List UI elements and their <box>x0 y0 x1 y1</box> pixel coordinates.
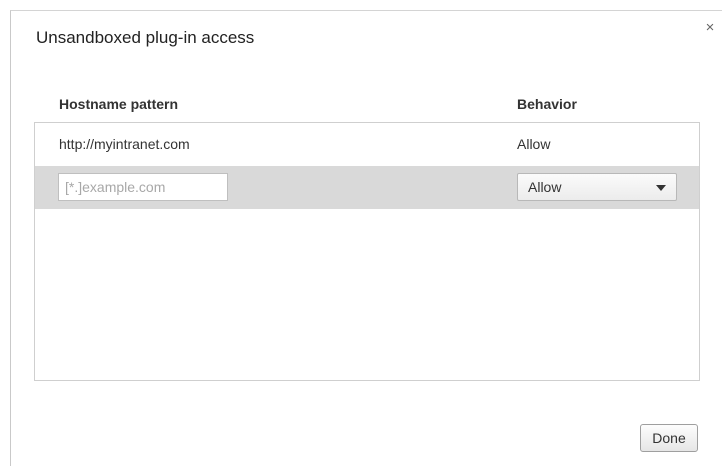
dialog-title: Unsandboxed plug-in access <box>36 28 255 47</box>
close-icon[interactable]: × <box>702 20 718 36</box>
behavior-select-value: Allow <box>528 179 562 195</box>
hostname-value: http://myintranet.com <box>59 136 190 152</box>
behavior-select[interactable]: Allow <box>517 173 677 201</box>
list-item[interactable]: http://myintranet.com Allow <box>35 123 699 166</box>
chevron-down-icon <box>656 185 666 191</box>
exceptions-list: http://myintranet.com Allow Allow <box>34 122 700 381</box>
hostname-pattern-input[interactable] <box>58 173 228 201</box>
done-button[interactable]: Done <box>640 424 698 452</box>
new-entry-row: Allow <box>35 166 699 209</box>
column-header-behavior: Behavior <box>517 96 577 112</box>
plugin-access-dialog: Unsandboxed plug-in access × Hostname pa… <box>10 10 722 466</box>
column-header-hostname: Hostname pattern <box>59 96 179 112</box>
behavior-value: Allow <box>517 136 551 152</box>
